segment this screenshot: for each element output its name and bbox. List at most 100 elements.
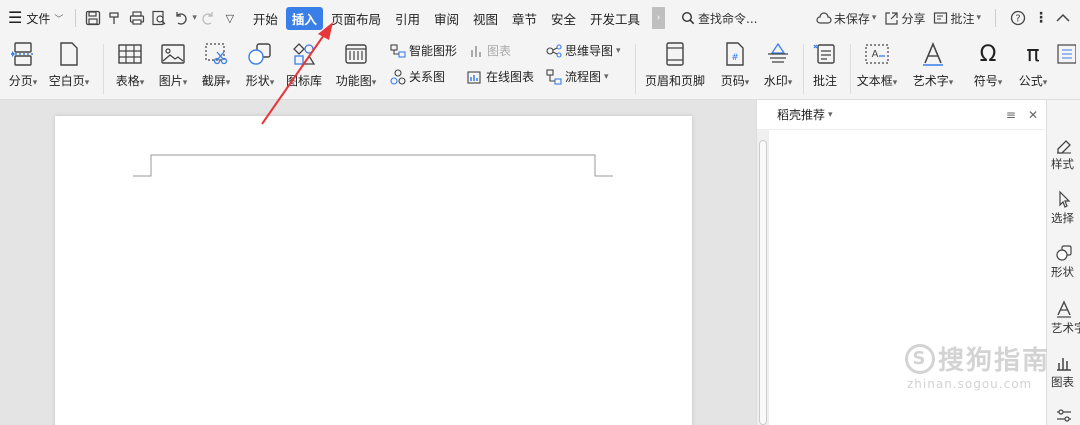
- sidebar-item-select[interactable]: 选择: [1051, 188, 1080, 226]
- symbol-button[interactable]: Ω 符号▾: [965, 40, 1011, 89]
- collapse-ribbon-icon[interactable]: [1056, 13, 1070, 23]
- pane-scrollbar[interactable]: [757, 130, 769, 425]
- unsaved-status-button[interactable]: 未保存 ▾: [816, 10, 876, 27]
- header-boundary-marks: [133, 154, 613, 177]
- page-break-label: 分页: [8, 74, 33, 88]
- comment-menu-button[interactable]: 批注 ▾: [933, 10, 981, 27]
- share-button[interactable]: 分享: [884, 10, 925, 27]
- share-label: 分享: [901, 11, 926, 26]
- flow-chart-label: 流程图: [565, 70, 602, 84]
- redo-icon[interactable]: [197, 6, 219, 30]
- watermark-icon: [764, 40, 792, 68]
- tab-references[interactable]: 引用: [389, 7, 426, 30]
- sidebar-item-style[interactable]: 样式: [1051, 134, 1080, 172]
- close-icon[interactable]: ✕: [1028, 108, 1038, 122]
- tab-home[interactable]: 开始: [247, 7, 284, 30]
- header-footer-button[interactable]: 页眉和页脚: [642, 40, 708, 89]
- tab-insert[interactable]: 插入: [285, 6, 323, 30]
- mind-map-button[interactable]: 思维导图 ▾: [546, 42, 621, 59]
- comment-button[interactable]: 批注: [802, 40, 848, 89]
- wordart-icon: [1051, 298, 1077, 320]
- relation-chart-button[interactable]: 关系图: [390, 68, 445, 85]
- file-menu[interactable]: ☰ 文件 ﹀: [0, 0, 69, 36]
- function-chart-button[interactable]: 功能图▾: [333, 40, 379, 89]
- sidebar-item-chart[interactable]: 图表: [1051, 352, 1080, 390]
- pane-header[interactable]: 稻壳推荐 ▾: [757, 100, 1046, 130]
- print-icon[interactable]: [126, 6, 148, 30]
- shape-icon: [246, 40, 274, 68]
- bar-chart-icon: [1051, 352, 1077, 374]
- sidebar-item-shape[interactable]: 形状: [1051, 242, 1080, 280]
- docer-recommend-pane: 稻壳推荐 ▾ ≡ ✕: [756, 100, 1046, 425]
- table-label: 表格: [115, 74, 140, 88]
- svg-text:?: ?: [1015, 14, 1020, 25]
- comment-icon: [934, 11, 948, 24]
- tab-page-layout[interactable]: 页面布局: [325, 7, 387, 30]
- ribbon-divider: [635, 44, 636, 94]
- page-number-label: 页码: [720, 74, 745, 88]
- table-button[interactable]: 表格▾: [107, 40, 153, 89]
- document-page[interactable]: [55, 116, 692, 425]
- help-icon[interactable]: ?: [1010, 10, 1026, 26]
- more-options-icon[interactable]: ⋮: [1034, 10, 1048, 26]
- shape-label: 形状: [245, 74, 270, 88]
- eraser-icon: [1051, 134, 1077, 156]
- tab-security[interactable]: 安全: [545, 7, 582, 30]
- picture-button[interactable]: 图片▾: [150, 40, 196, 89]
- more-tabs-button[interactable]: ›: [652, 7, 666, 29]
- more-insert-button[interactable]: [1052, 40, 1080, 68]
- sidebar-item-label: 样式: [1051, 157, 1074, 171]
- tab-view[interactable]: 视图: [467, 7, 504, 30]
- numbered-list-icon: [1052, 40, 1080, 68]
- textbox-button[interactable]: A 文本框▾: [854, 40, 900, 89]
- icon-library-button[interactable]: 图标库: [281, 40, 327, 89]
- shape-button[interactable]: 形状▾: [237, 40, 283, 89]
- smart-art-button[interactable]: 智能图形: [390, 42, 457, 59]
- mind-map-icon: [546, 43, 562, 58]
- screenshot-button[interactable]: 截屏▾: [193, 40, 239, 89]
- tab-developer[interactable]: 开发工具: [584, 7, 646, 30]
- hamburger-icon: ☰: [8, 8, 23, 27]
- ribbon-divider: [850, 44, 851, 94]
- function-chart-label: 功能图: [335, 74, 372, 88]
- customize-toolbar-icon[interactable]: ▽: [219, 6, 241, 30]
- pane-menu-icon[interactable]: ≡: [1006, 108, 1016, 122]
- smart-art-icon: [390, 43, 406, 58]
- save-icon[interactable]: [82, 6, 104, 30]
- divider: [75, 9, 77, 27]
- sidebar-item-settings[interactable]: [1051, 405, 1080, 425]
- textbox-icon: A: [863, 40, 891, 68]
- screenshot-label: 截屏: [201, 74, 226, 88]
- chevron-down-icon: ▾: [616, 45, 621, 56]
- chevron-down-icon: ▾: [604, 71, 609, 82]
- svg-text:#: #: [731, 53, 739, 63]
- wordart-button[interactable]: 艺术字▾: [910, 40, 956, 89]
- cloud-icon: [816, 12, 832, 24]
- tab-chapter[interactable]: 章节: [506, 7, 543, 30]
- chevron-down-icon: ﹀: [54, 14, 64, 25]
- document-workspace[interactable]: [0, 100, 756, 425]
- pane-title: 稻壳推荐: [777, 108, 826, 122]
- formula-button[interactable]: π 公式▾: [1010, 40, 1056, 89]
- watermark-button[interactable]: 水印▾: [755, 40, 801, 89]
- online-chart-icon: [467, 70, 481, 84]
- tab-review[interactable]: 审阅: [428, 7, 465, 30]
- search-icon: [682, 11, 695, 25]
- omega-icon: Ω: [979, 41, 997, 67]
- blank-page-button[interactable]: 空白页▾: [46, 40, 92, 89]
- sidebar-item-wordart[interactable]: 艺术字: [1051, 298, 1080, 336]
- pi-icon: π: [1026, 41, 1040, 67]
- format-painter-icon[interactable]: [104, 6, 126, 30]
- print-preview-icon[interactable]: [148, 6, 170, 30]
- undo-icon[interactable]: [170, 6, 192, 30]
- wordart-icon: [919, 40, 947, 68]
- page-break-button[interactable]: 分页▾: [0, 40, 46, 89]
- relation-chart-icon: [390, 68, 406, 85]
- flow-chart-button[interactable]: 流程图 ▾: [546, 68, 609, 85]
- page-number-button[interactable]: # 页码▾: [712, 40, 758, 89]
- online-chart-label: 在线图表: [486, 70, 535, 84]
- scrollbar-thumb[interactable]: [759, 140, 767, 425]
- command-search[interactable]: 查找命令...: [681, 10, 758, 27]
- online-chart-button[interactable]: 在线图表: [467, 68, 534, 85]
- chart-button[interactable]: 图表: [470, 42, 511, 59]
